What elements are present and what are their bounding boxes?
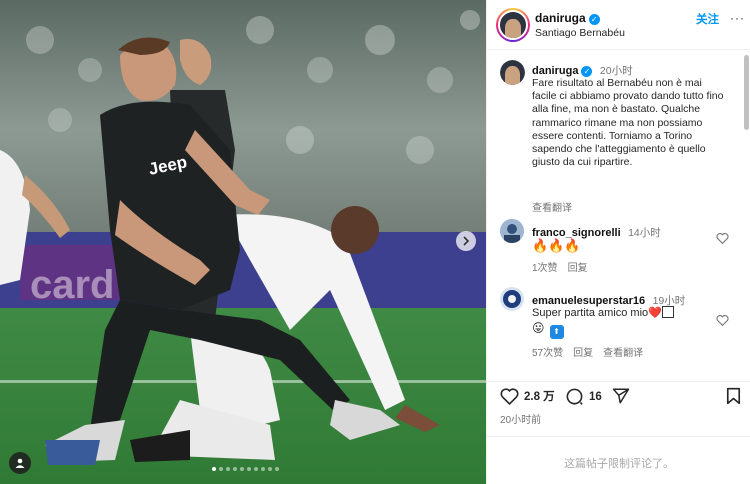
paper-plane-icon[interactable] — [612, 387, 630, 405]
comment-item: franco_signorelli 14小时 🔥🔥🔥 1次赞 回复 — [500, 219, 740, 279]
svg-text:card: card — [30, 263, 115, 307]
carousel-dot — [268, 467, 272, 471]
bookmark-icon[interactable] — [726, 387, 741, 405]
carousel-dot — [275, 467, 279, 471]
chevron-right-icon — [463, 236, 470, 246]
comment-time: 14小时 — [628, 227, 661, 239]
caption-time: 20小时 — [599, 65, 633, 77]
follow-button[interactable]: 关注 — [696, 11, 719, 27]
carousel-dot — [240, 467, 244, 471]
carousel-dot — [219, 467, 223, 471]
post-header: daniruga ✓ Santiago Bernabéu 关注 ··· — [487, 0, 750, 50]
heart-icon — [716, 315, 729, 327]
comment-text: 🔥🔥🔥 — [532, 238, 581, 253]
comment-meta: 57次赞 回复 查看翻译 — [532, 344, 653, 359]
carousel-dot — [247, 467, 251, 471]
comment-item: emanuelesuperstar16 19小时 Super partita a… — [500, 287, 740, 359]
comment-like-button[interactable] — [716, 231, 729, 249]
comments-list[interactable]: daniruga ✓ 20小时 Fare risultato al Bernabé… — [487, 51, 743, 381]
carousel-dot — [261, 467, 265, 471]
comments-count[interactable]: 16 — [589, 391, 602, 403]
unsupported-emoji-glyph — [661, 306, 674, 318]
comment-like-button[interactable] — [716, 313, 729, 331]
carousel-dot — [226, 467, 230, 471]
post-photo[interactable]: card Jeep — [0, 0, 486, 484]
comment-likes[interactable]: 1次赞 — [532, 263, 558, 274]
commenter-avatar[interactable] — [500, 219, 524, 243]
comment-likes[interactable]: 57次赞 — [532, 348, 563, 359]
author-avatar[interactable] — [496, 8, 530, 42]
author-username[interactable]: daniruga — [535, 11, 586, 25]
next-photo-button[interactable] — [456, 231, 476, 251]
comment-text-row: Super partita amico mio❤️ — [532, 306, 674, 320]
comment-emoji-row: 😛 ⬆ — [532, 321, 564, 339]
carousel-dot — [254, 467, 258, 471]
comments-scrollbar[interactable] — [744, 55, 749, 130]
comment-reply-button[interactable]: 回复 — [573, 348, 593, 359]
comment-text: Super partita amico mio❤️ — [532, 307, 662, 319]
blue-emoji-icon: ⬆ — [549, 325, 564, 339]
post-location[interactable]: Santiago Bernabéu — [535, 27, 625, 39]
verified-badge-icon: ✓ — [581, 66, 593, 77]
comment-meta: 1次赞 回复 — [532, 259, 598, 274]
heart-icon[interactable] — [500, 387, 519, 405]
caption-translate-link[interactable]: 查看翻译 — [532, 199, 572, 214]
verified-badge-icon: ✓ — [588, 14, 600, 25]
carousel-indicator — [212, 467, 279, 471]
author-username-row[interactable]: daniruga ✓ — [535, 11, 600, 25]
caption-author-avatar[interactable] — [500, 60, 525, 85]
comments-restricted-notice: 这篇帖子限制评论了。 — [487, 436, 750, 484]
tagged-users-button[interactable] — [9, 452, 31, 474]
share-action — [612, 387, 630, 405]
heart-icon — [716, 233, 729, 245]
user-tag-icon — [15, 458, 25, 468]
comment-reply-button[interactable]: 回复 — [568, 263, 588, 274]
caption-username[interactable]: daniruga — [532, 65, 578, 77]
save-action — [726, 387, 741, 405]
post-side-panel: daniruga ✓ Santiago Bernabéu 关注 ··· danir… — [486, 0, 750, 484]
likes-count[interactable]: 2.8 万 — [524, 388, 555, 404]
carousel-dot — [212, 467, 216, 471]
match-photo-illustration: card Jeep — [0, 0, 486, 484]
like-action: 2.8 万 — [500, 387, 555, 405]
comment-translate-link[interactable]: 查看翻译 — [603, 348, 643, 359]
commenter-avatar[interactable] — [500, 287, 524, 311]
comment-action: 16 — [565, 387, 602, 406]
caption-text: Fare risultato al Bernabéu non è mai fac… — [532, 77, 724, 169]
comment-emoji: 😛 — [532, 321, 545, 335]
carousel-dot — [233, 467, 237, 471]
post-actions-bar: 2.8 万 16 20小时前 — [487, 381, 750, 436]
post-timestamp[interactable]: 20小时前 — [500, 411, 541, 426]
more-options-button[interactable]: ··· — [730, 11, 745, 25]
comment-bubble-icon[interactable] — [565, 387, 584, 406]
